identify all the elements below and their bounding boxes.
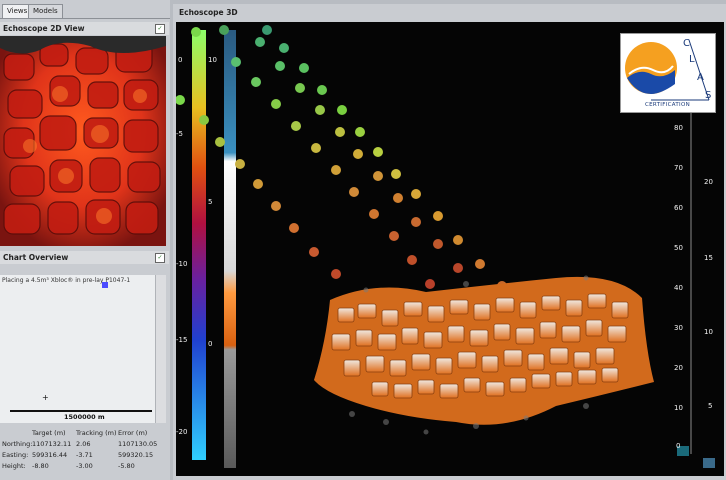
scale-top-label: 0 (178, 56, 183, 64)
row-label-height: Height: (2, 462, 26, 470)
col-header-error: Error (m) (118, 429, 148, 437)
logo-letter: C (683, 38, 690, 49)
depth-tick: 80 (674, 124, 683, 132)
side-tick: 5 (708, 402, 713, 410)
col-header-target: Target (m) (32, 429, 66, 437)
cell-northing-target: 1107132.11 (32, 440, 72, 448)
depth-tick: 0 (676, 442, 681, 450)
position-table: Target (m) Tracking (m) Error (m) Northi… (0, 427, 170, 480)
pin-icon[interactable]: ✓ (155, 253, 165, 263)
view2d-title: Echoscope 2D View (3, 24, 85, 33)
side-tick: 15 (704, 254, 713, 262)
cell-easting-target: 599316.44 (32, 451, 68, 459)
scale-bar (10, 410, 152, 412)
chart-overview-title: Chart Overview (3, 253, 69, 262)
clas-certification-logo: C L A S CERTIFICATION (620, 33, 716, 113)
chart-caption: Placing a 4.5m³ Xbloc® in pre-lay P1047-… (2, 277, 131, 284)
col-header-tracking: Tracking (m) (76, 429, 117, 437)
scale-left-tick: -5 (176, 130, 183, 138)
cell-height-target: -8.80 (32, 462, 49, 470)
scale-left-tick: -15 (176, 336, 188, 344)
side-tick: 10 (704, 328, 713, 336)
depth-tick: 10 (674, 404, 683, 412)
scale-left-tick: -10 (176, 260, 188, 268)
cell-easting-tracking: -3.71 (76, 451, 93, 459)
crosshair-icon: + (42, 393, 49, 402)
intensity-color-bar (224, 30, 236, 468)
cell-height-tracking: -3.00 (76, 462, 93, 470)
echoscope-2d-view[interactable] (0, 36, 166, 246)
corner-marker (703, 458, 715, 468)
logo-letter: A (697, 72, 704, 83)
cell-height-error: -5.80 (118, 462, 135, 470)
depth-tick: 70 (674, 164, 683, 172)
depth-tick: 20 (674, 364, 683, 372)
depth-tick: 60 (674, 204, 683, 212)
row-label-easting: Easting: (2, 451, 29, 459)
pin-icon[interactable]: ✓ (155, 24, 165, 34)
chart-scrollbar[interactable] (155, 275, 166, 423)
logo-letter: L (689, 54, 695, 65)
view2d-title-bar: Echoscope 2D View ✓ (0, 22, 169, 35)
depth-tick: 40 (674, 284, 683, 292)
scale-left-tick: 5 (208, 198, 213, 206)
panel-tabs: Views Models (0, 4, 170, 19)
seabed-rock-mound (314, 275, 654, 435)
chart-overview[interactable]: Placing a 4.5m³ Xbloc® in pre-lay P1047-… (0, 275, 166, 423)
chart-overview-title-bar: Chart Overview ✓ (0, 251, 169, 264)
depth-tick: 50 (674, 244, 683, 252)
side-tick: 20 (704, 178, 713, 186)
depth-color-bar (192, 30, 206, 460)
cell-easting-error: 599320.15 (118, 451, 154, 459)
logo-letter: S (705, 90, 712, 101)
scale-left-tick: 10 (208, 56, 217, 64)
cell-northing-tracking: 2.06 (76, 440, 91, 448)
sonar-2d-image (0, 36, 166, 246)
cell-northing-error: 1107130.05 (118, 440, 158, 448)
row-label-northing: Northing: (2, 440, 33, 448)
tab-models[interactable]: Models (28, 4, 63, 18)
logo-text: CERTIFICATION (645, 102, 691, 108)
view3d-title: Echoscope 3D (179, 8, 238, 17)
scale-left-tick: -20 (176, 428, 188, 436)
scale-label: 1500000 m (64, 413, 105, 421)
scale-left-tick: 0 (208, 340, 213, 348)
depth-tick: 30 (674, 324, 683, 332)
target-marker (102, 282, 108, 288)
